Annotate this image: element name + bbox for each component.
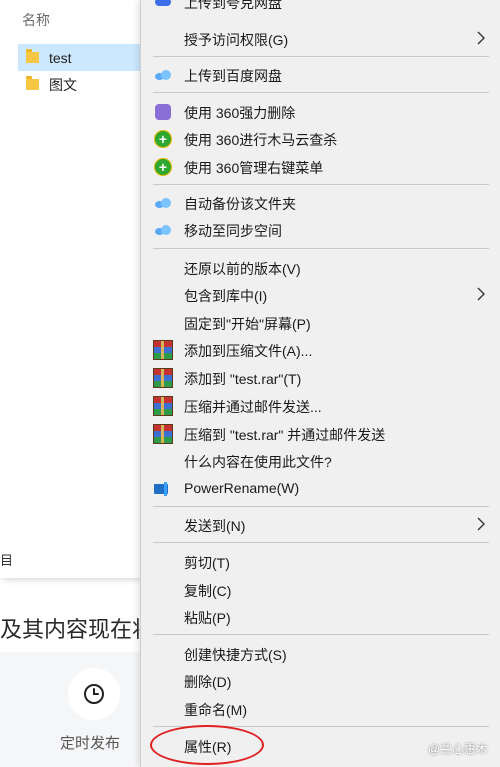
winrar-icon <box>153 424 173 444</box>
menu-separator <box>153 542 489 543</box>
menu-item-delete[interactable]: 删除(D) <box>141 667 500 694</box>
folder-icon <box>26 76 39 90</box>
menu-item-label: 使用 360强力删除 <box>184 105 296 121</box>
menu-item-label: 上传到夸克网盘 <box>184 0 282 11</box>
background-page-text: 及其内容现在将 <box>0 617 150 642</box>
submenu-arrow-icon <box>477 517 485 531</box>
menu-separator <box>153 248 489 249</box>
watermark: @兰心惠木 <box>427 742 488 756</box>
status-bar-glyph: 目 <box>0 553 14 568</box>
menu-item-create-shortcut[interactable]: 创建快捷方式(S) <box>141 640 500 667</box>
menu-item-paste[interactable]: 粘贴(P) <box>141 603 500 630</box>
menu-item-powerrename[interactable]: PowerRename(W) <box>141 475 500 502</box>
menu-item-label: 还原以前的版本(V) <box>184 261 301 277</box>
menu-item-label: 固定到"开始"屏幕(P) <box>184 316 311 332</box>
menu-separator <box>153 92 489 93</box>
baidu-cloud-icon <box>153 193 173 213</box>
menu-item-restore-versions[interactable]: 还原以前的版本(V) <box>141 254 500 281</box>
menu-item-add-test-rar[interactable]: 添加到 "test.rar"(T) <box>141 364 500 391</box>
menu-item-label: 发送到(N) <box>184 518 246 534</box>
menu-item-label: 包含到库中(I) <box>184 288 268 304</box>
menu-item-copy[interactable]: 复制(C) <box>141 576 500 603</box>
menu-item-label: 重命名(M) <box>184 702 247 718</box>
name-column-header[interactable]: 名称 <box>22 10 50 30</box>
menu-item-label: 剪切(T) <box>184 555 230 571</box>
clock-icon <box>84 684 104 704</box>
menu-separator <box>153 634 489 635</box>
file-row-tuwen[interactable]: 图文 <box>18 71 150 98</box>
schedule-button[interactable] <box>68 668 120 720</box>
folder-icon <box>26 49 39 63</box>
menu-item-label: 什么内容在使用此文件? <box>184 454 332 470</box>
menu-item-send-to[interactable]: 发送到(N) <box>141 511 500 538</box>
menu-item-upload-quark[interactable]: 上传到夸克网盘 <box>141 0 500 15</box>
plus-circle-icon: + <box>153 157 173 177</box>
menu-item-grant-access[interactable]: 授予访问权限(G) <box>141 25 500 52</box>
menu-item-upload-baidu[interactable]: 上传到百度网盘 <box>141 61 500 88</box>
menu-item-move-sync[interactable]: 移动至同步空间 <box>141 216 500 243</box>
context-menu: 上传到夸克网盘 授予访问权限(G) 上传到百度网盘 使用 360强力删除 + 使… <box>140 0 500 767</box>
powerrename-icon <box>153 479 173 499</box>
menu-item-label: 授予访问权限(G) <box>184 32 289 48</box>
menu-item-label: 自动备份该文件夹 <box>184 196 296 212</box>
file-name: test <box>49 49 72 66</box>
schedule-label: 定时发布 <box>60 735 121 752</box>
menu-item-label: 复制(C) <box>184 583 232 599</box>
winrar-icon <box>153 340 173 360</box>
menu-item-360-manage[interactable]: + 使用 360管理右键菜单 <box>141 153 500 180</box>
menu-item-label: 移动至同步空间 <box>184 223 282 239</box>
menu-item-what-uses-file[interactable]: 什么内容在使用此文件? <box>141 447 500 474</box>
menu-item-add-archive[interactable]: 添加到压缩文件(A)... <box>141 336 500 363</box>
menu-item-label: 压缩到 "test.rar" 并通过邮件发送 <box>184 427 386 443</box>
menu-item-label: 使用 360管理右键菜单 <box>184 160 324 176</box>
winrar-icon <box>153 396 173 416</box>
menu-item-cut[interactable]: 剪切(T) <box>141 548 500 575</box>
baidu-cloud-icon <box>153 65 173 85</box>
menu-item-label: PowerRename(W) <box>184 480 300 496</box>
shredder-icon <box>153 102 173 122</box>
menu-item-include-library[interactable]: 包含到库中(I) <box>141 281 500 308</box>
menu-item-compress-test-email[interactable]: 压缩到 "test.rar" 并通过邮件发送 <box>141 420 500 447</box>
menu-item-compress-email[interactable]: 压缩并通过邮件发送... <box>141 392 500 419</box>
menu-item-label: 压缩并通过邮件发送... <box>184 399 322 415</box>
plus-circle-icon: + <box>153 129 173 149</box>
menu-item-360-delete[interactable]: 使用 360强力删除 <box>141 98 500 125</box>
quark-cloud-icon <box>153 0 173 12</box>
menu-separator <box>153 184 489 185</box>
menu-item-label: 删除(D) <box>184 674 232 690</box>
menu-item-360-scan[interactable]: + 使用 360进行木马云查杀 <box>141 125 500 152</box>
menu-item-auto-backup[interactable]: 自动备份该文件夹 <box>141 189 500 216</box>
winrar-icon <box>153 368 173 388</box>
file-name: 图文 <box>49 76 77 93</box>
menu-item-label: 粘贴(P) <box>184 610 231 626</box>
file-row-test[interactable]: test <box>18 44 150 71</box>
menu-item-label: 上传到百度网盘 <box>184 68 282 84</box>
menu-item-label: 使用 360进行木马云查杀 <box>184 132 338 148</box>
highlight-circle <box>150 725 264 765</box>
menu-separator <box>153 506 489 507</box>
menu-item-label: 添加到压缩文件(A)... <box>184 343 313 359</box>
baidu-cloud-icon <box>153 220 173 240</box>
submenu-arrow-icon <box>477 287 485 301</box>
menu-item-label: 创建快捷方式(S) <box>184 647 287 663</box>
menu-item-pin-start[interactable]: 固定到"开始"屏幕(P) <box>141 309 500 336</box>
menu-item-label: 添加到 "test.rar"(T) <box>184 371 302 387</box>
submenu-arrow-icon <box>477 31 485 45</box>
menu-separator <box>153 56 489 57</box>
explorer-window: 名称 test 图文 目 <box>0 0 150 578</box>
menu-item-rename[interactable]: 重命名(M) <box>141 695 500 722</box>
